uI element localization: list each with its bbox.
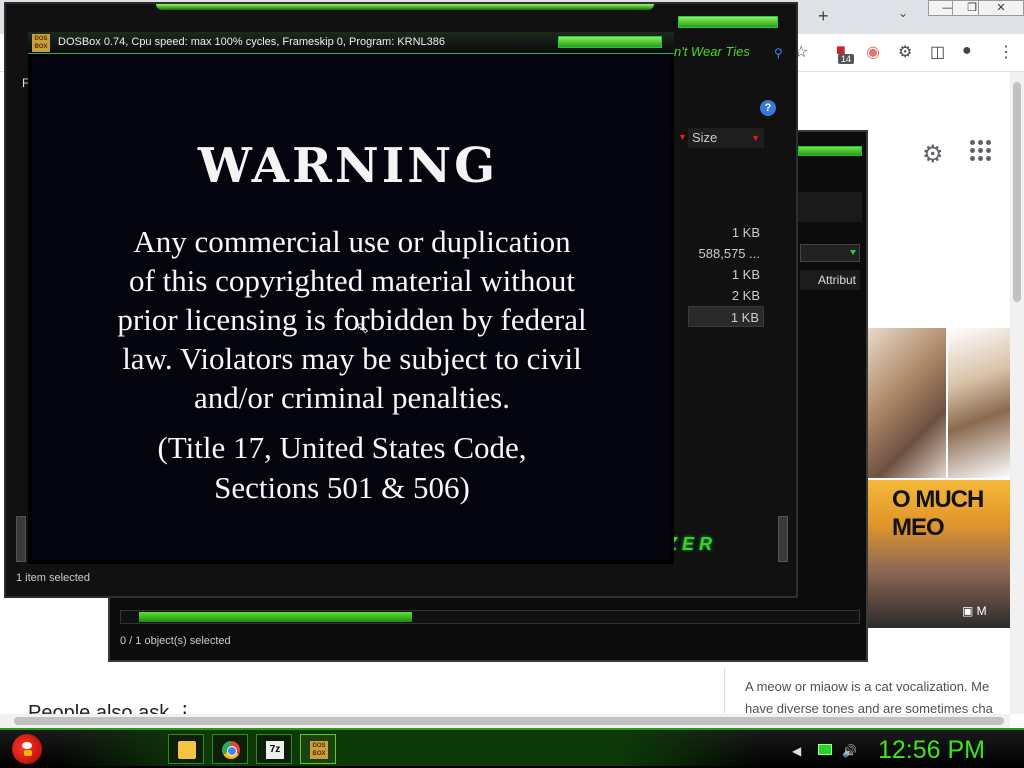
- attributes-column-header[interactable]: Attribut: [800, 270, 860, 290]
- warning-body: Any commercial use or duplication of thi…: [117, 224, 587, 415]
- column-area: [796, 192, 862, 222]
- extension-flag-icon[interactable]: ◉: [866, 42, 880, 62]
- volume-icon[interactable]: 🔊: [842, 744, 857, 758]
- dosbox-titlebar[interactable]: DOS BOX DOSBox 0.74, Cpu speed: max 100%…: [28, 32, 674, 54]
- chevron-down-icon[interactable]: ⌄: [898, 6, 908, 20]
- status-bar: 0 / 1 object(s) selected: [120, 635, 231, 647]
- dosbox-icon: DOS BOX: [310, 741, 328, 759]
- file-size-cell[interactable]: 588,575 ...: [688, 243, 764, 264]
- menu-kebab-icon[interactable]: ⋮: [998, 42, 1014, 62]
- scroll-handle-left[interactable]: [16, 516, 26, 562]
- knowledge-panel-snippet: A meow or miaow is a cat vocalization. M…: [724, 668, 1014, 714]
- taskbar-chrome[interactable]: [212, 734, 248, 764]
- sort-arrow-icon: ▼: [751, 133, 760, 143]
- mouse-cursor-icon: ⬁: [356, 320, 370, 337]
- file-size-cell[interactable]: 2 KB: [688, 285, 764, 306]
- search-icon[interactable]: ⚲: [774, 46, 783, 60]
- tray-arrow-icon[interactable]: ◀: [792, 744, 801, 758]
- close-button[interactable]: ✕: [978, 0, 1024, 16]
- taskbar-glow: [60, 730, 760, 766]
- size-column-header[interactable]: Size ▼: [688, 128, 764, 148]
- window-top-glow: [156, 4, 654, 10]
- side-panel-icon[interactable]: ◫: [930, 42, 945, 62]
- image-search-button[interactable]: ▣ M: [962, 604, 987, 618]
- legal-citation: (Title 17, United States Code, Sections …: [157, 430, 527, 505]
- warning-heading: WARNING: [197, 138, 499, 194]
- dosbox-window[interactable]: DOS BOX DOSBox 0.74, Cpu speed: max 100%…: [28, 32, 674, 564]
- status-bar: 1 item selected: [16, 572, 90, 584]
- taskbar: 7z DOS BOX ◀ 🔊 12:56 PM: [0, 728, 1024, 768]
- 7zip-icon: 7z: [266, 741, 284, 759]
- profile-avatar-icon[interactable]: ●: [962, 42, 972, 60]
- dos-screen[interactable]: WARNING Any commercial use or duplicatio…: [32, 56, 670, 560]
- taskbar-file-explorer[interactable]: [168, 734, 204, 764]
- address-bar-text[interactable]: n't Wear Ties: [674, 44, 750, 59]
- window-controls[interactable]: [558, 36, 662, 48]
- window-controls[interactable]: [678, 16, 778, 28]
- folder-icon: [178, 741, 196, 759]
- file-size-cell[interactable]: 1 KB: [688, 264, 764, 285]
- filter-dropdown[interactable]: [800, 244, 860, 262]
- settings-gear-icon[interactable]: ⚙: [922, 140, 944, 169]
- scroll-handle-right[interactable]: [778, 516, 788, 562]
- file-size-list: 1 KB 588,575 ... 1 KB 2 KB 1 KB: [688, 222, 764, 327]
- cat-image-1[interactable]: [866, 328, 946, 478]
- progress-bar: [120, 610, 860, 624]
- new-tab-icon[interactable]: +: [818, 6, 829, 27]
- angry-bird-icon: [12, 734, 42, 764]
- network-monitor-icon[interactable]: [818, 744, 832, 755]
- start-button[interactable]: [6, 730, 46, 768]
- help-icon[interactable]: ?: [760, 100, 776, 116]
- google-apps-icon[interactable]: [970, 140, 992, 162]
- progress-fill: [139, 612, 412, 622]
- file-size-cell-selected[interactable]: 1 KB: [688, 306, 764, 327]
- horizontal-scrollbar[interactable]: [0, 714, 1010, 728]
- window-controls[interactable]: [798, 146, 862, 156]
- chrome-icon: [222, 741, 240, 759]
- puzzle-extensions-icon[interactable]: ⚙: [898, 42, 912, 62]
- dosbox-title: DOSBox 0.74, Cpu speed: max 100% cycles,…: [58, 36, 446, 48]
- vertical-scrollbar[interactable]: [1010, 72, 1024, 714]
- file-size-cell[interactable]: 1 KB: [688, 222, 764, 243]
- video-thumbnail[interactable]: O MUCH MEO ▣ M: [866, 480, 1010, 628]
- dropdown-arrow-icon: [850, 250, 856, 255]
- taskbar-clock[interactable]: 12:56 PM: [878, 736, 985, 765]
- sort-arrow-icon: ▼: [678, 132, 687, 142]
- taskbar-dosbox[interactable]: DOS BOX: [300, 734, 336, 764]
- dosbox-app-icon[interactable]: DOS BOX: [32, 34, 50, 52]
- taskbar-7zip[interactable]: 7z: [256, 734, 292, 764]
- extension-badge: 14: [838, 54, 855, 64]
- thumbnail-caption: O MUCH MEO: [892, 486, 984, 541]
- cat-image-2[interactable]: [948, 328, 1010, 478]
